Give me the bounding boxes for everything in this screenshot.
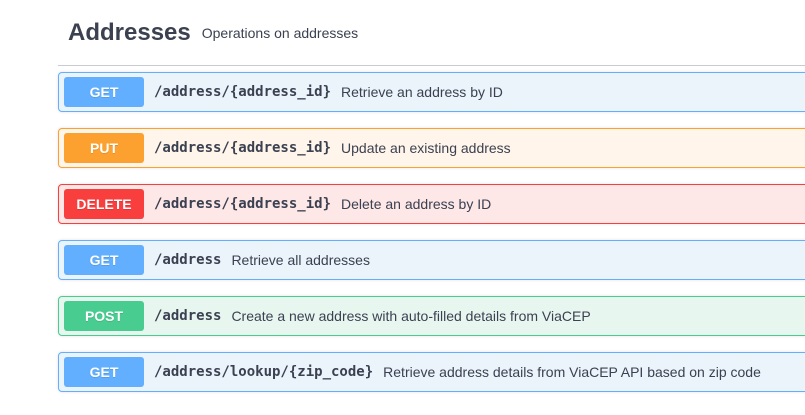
operation-path: /address/lookup/{zip_code}: [154, 364, 374, 380]
method-badge: GET: [64, 357, 144, 387]
operation-post-address[interactable]: POST /address Create a new address with …: [58, 296, 805, 336]
operation-delete-address[interactable]: DELETE /address/{address_id} Delete an a…: [58, 184, 805, 224]
operation-path: /address/{address_id}: [154, 196, 332, 212]
method-badge: PUT: [64, 133, 144, 163]
operation-summary: Create a new address with auto-filled de…: [231, 308, 591, 324]
method-badge: DELETE: [64, 189, 144, 219]
method-badge: GET: [64, 245, 144, 275]
section-title: Addresses: [68, 18, 191, 46]
operation-put-address[interactable]: PUT /address/{address_id} Update an exis…: [58, 128, 805, 168]
addresses-section: Addresses Operations on addresses GET /a…: [58, 0, 805, 392]
operation-summary: Delete an address by ID: [341, 196, 492, 212]
operation-path: /address/{address_id}: [154, 140, 332, 156]
operation-get-zip-lookup[interactable]: GET /address/lookup/{zip_code} Retrieve …: [58, 352, 805, 392]
operation-summary: Retrieve address details from ViaCEP API…: [383, 364, 761, 380]
operation-path: /address: [154, 308, 222, 324]
operation-summary: Retrieve an address by ID: [341, 84, 503, 100]
operation-path: /address/{address_id}: [154, 84, 332, 100]
operation-summary: Update an existing address: [341, 140, 511, 156]
section-header[interactable]: Addresses Operations on addresses: [58, 0, 805, 66]
operation-get-address-by-id[interactable]: GET /address/{address_id} Retrieve an ad…: [58, 72, 805, 112]
section-description: Operations on addresses: [201, 24, 359, 41]
operation-path: /address: [154, 252, 222, 268]
operation-get-all-addresses[interactable]: GET /address Retrieve all addresses: [58, 240, 805, 280]
operation-summary: Retrieve all addresses: [231, 252, 370, 268]
method-badge: GET: [64, 77, 144, 107]
method-badge: POST: [64, 301, 144, 331]
